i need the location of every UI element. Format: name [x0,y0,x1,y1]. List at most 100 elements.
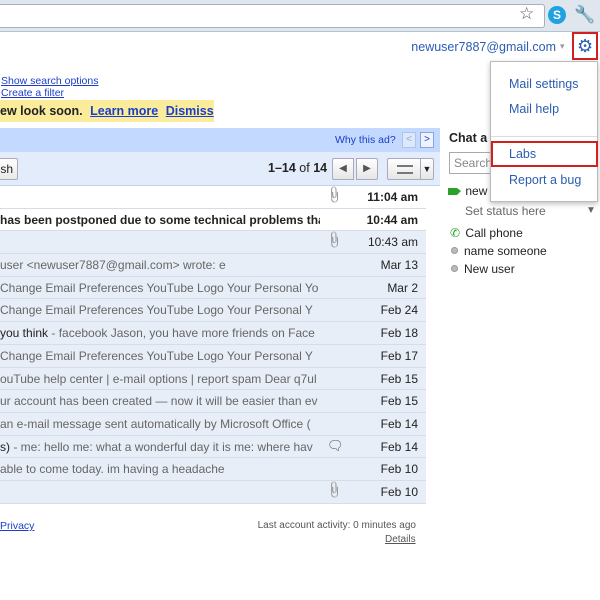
new-look-notice: ew look soon. Learn more Dismiss [0,100,214,122]
menu-item-report-bug[interactable]: Report a bug [509,173,581,187]
star-icon[interactable]: ☆ [519,4,534,24]
mail-snippet: has been postponed due to some technical… [0,213,320,227]
mail-body-preview: - facebook Jason, you have more friends … [48,326,315,341]
menu-item-labs[interactable]: Labs [509,147,536,161]
details-link[interactable]: Details [385,534,416,545]
mail-snippet: Change Email Preferences YouTube Logo Yo… [0,281,320,295]
mail-row[interactable]: 📎 11:04 am [0,186,426,209]
ad-prev-button[interactable]: < [402,132,416,148]
call-phone-link[interactable]: ✆ Call phone [450,226,523,240]
settings-dropdown-menu: Mail settings Mail help Report a bug [490,61,598,202]
last-activity-text: Last account activity: 0 minutes ago [257,520,416,531]
page-total: 14 [313,161,328,175]
mail-date: Feb 15 [380,394,418,409]
ad-next-button[interactable]: > [420,132,434,148]
learn-more-link[interactable]: Learn more [90,104,158,118]
mail-date: 10:44 am [366,212,418,227]
mail-body-preview: Change Email Preferences YouTube Logo Yo… [0,280,319,295]
mail-body-preview: ouTube help center | e-mail options | re… [0,371,317,386]
menu-item-mail-settings[interactable]: Mail settings [509,77,578,91]
offline-status-icon [451,265,458,272]
why-this-ad-link[interactable]: Why this ad? [335,134,396,146]
search-links: Show search options Create a filter [1,75,98,99]
mail-date: Feb 15 [380,371,418,386]
mail-snippet: s) - me: hello me: what a wonderful day … [0,440,320,454]
mail-row[interactable]: able to come today. im having a headache… [0,458,426,481]
mail-row[interactable]: 📎 Feb 10 [0,480,426,504]
mail-date: Feb 17 [380,348,418,363]
mail-snippet: Change Email Preferences YouTube Logo Yo… [0,303,320,317]
view-dropdown-button[interactable]: ▼ [420,158,434,180]
chevron-down-icon[interactable]: ▾ [560,41,565,52]
address-bar[interactable] [0,4,545,28]
mail-snippet: ur account has been created — now it wil… [0,394,320,408]
mail-row[interactable]: s) - me: hello me: what a wonderful day … [0,435,426,459]
create-filter-link[interactable]: Create a filter [1,87,98,99]
mail-body-preview: Change Email Preferences YouTube Logo Yo… [0,348,313,363]
ad-bar: Why this ad? < > [0,128,440,152]
notice-text: ew look soon. [0,104,83,118]
privacy-link[interactable]: Privacy [0,520,34,532]
mail-row[interactable]: you think - facebook Jason, you have mor… [0,322,426,345]
mail-toolbar: sh 1–14 of 14 ◀ ▶ ▼ [0,152,440,186]
mail-body-preview: an e-mail message sent automatically by … [0,416,311,431]
menu-item-mail-help[interactable]: Mail help [509,102,559,116]
mail-body-preview: Change Email Preferences YouTube Logo Yo… [0,303,313,318]
chat-contact-name: New user [464,262,515,276]
chat-bubble-icon: 🗨 [327,437,344,453]
mail-body-preview: able to come today. im having a headache [0,462,225,477]
paperclip-icon: 📎 [324,231,345,251]
newer-button[interactable]: ▶ [356,158,378,180]
mail-row[interactable]: has been postponed due to some technical… [0,208,426,232]
chat-search-input[interactable]: Search [449,152,491,174]
page-count: 1–14 of 14 [268,161,327,175]
mail-body-preview: user <newuser7887@gmail.com> wrote: e [0,258,226,273]
mail-date: Mar 13 [380,258,418,273]
chat-status-input[interactable]: Set status here [465,204,546,218]
mail-row[interactable]: Change Email Preferences YouTube Logo Yo… [0,299,426,323]
mail-row[interactable]: ur account has been created — now it wil… [0,390,426,413]
show-search-options-link[interactable]: Show search options [1,75,98,87]
mail-date: Feb 14 [380,416,418,431]
page-of-label: of [299,161,310,175]
mail-date: 11:04 am [367,190,418,204]
mail-list: 📎 11:04 am has been postponed due to some … [0,186,426,504]
skype-icon[interactable]: S [548,6,566,24]
chat-self-name: new [465,184,488,198]
mail-date: Feb 18 [380,326,418,341]
mail-snippet: you think - facebook Jason, you have mor… [0,326,320,340]
view-density-button[interactable] [387,158,421,180]
mail-subject: you think [0,326,49,341]
mail-snippet: user <newuser7887@gmail.com> wrote: e [0,258,320,272]
offline-status-icon [451,247,458,254]
menu-item-labs-highlight[interactable]: Labs [491,141,598,167]
chat-contact-name: name someone [464,244,547,258]
mail-date: 10:43 am [367,235,418,250]
settings-gear-button[interactable]: ⚙ [572,32,598,60]
list-view-icon [397,165,413,174]
video-camera-icon [448,188,461,195]
menu-divider [491,136,597,137]
mail-row[interactable]: 📎 10:43 am [0,231,426,255]
dismiss-link[interactable]: Dismiss [166,104,214,118]
mail-row[interactable]: Change Email Preferences YouTube Logo Yo… [0,344,426,368]
mail-row[interactable]: ouTube help center | e-mail options | re… [0,367,426,391]
chevron-down-icon[interactable]: ▼ [586,205,596,216]
chevron-right-icon: ▶ [363,163,371,174]
mail-row[interactable]: an e-mail message sent automatically by … [0,412,426,436]
mail-row[interactable]: Change Email Preferences YouTube Logo Yo… [0,276,426,300]
mail-body-preview: ur account has been created — now it wil… [0,394,318,409]
chat-contact[interactable]: name someone [451,244,547,258]
chat-title: Chat a [449,131,488,145]
chevron-left-icon: ◀ [339,163,347,174]
mail-date: Feb 10 [380,484,418,499]
wrench-icon[interactable]: 🔧 [574,4,595,26]
chat-contact[interactable]: New user [451,262,515,276]
chat-self-row[interactable]: new [448,184,487,198]
paperclip-icon: 📎 [324,480,345,501]
user-email-link[interactable]: newuser7887@gmail.com [411,40,556,54]
refresh-button[interactable]: sh [0,158,18,180]
older-button[interactable]: ◀ [332,158,354,180]
mail-subject: s) [0,439,10,454]
mail-row[interactable]: user <newuser7887@gmail.com> wrote: e Mar… [0,254,426,277]
